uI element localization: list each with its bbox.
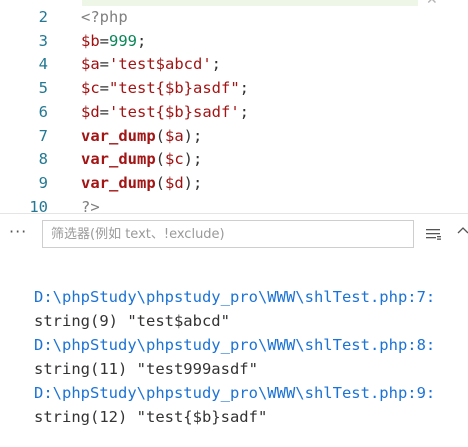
list-filter-icon[interactable] (425, 226, 443, 242)
code-text: $b=999; (81, 29, 146, 53)
filter-input[interactable] (42, 220, 414, 248)
code-token: ; (239, 79, 250, 98)
code-line[interactable]: 3 $b=999; (0, 29, 468, 53)
code-token: ( (155, 173, 165, 192)
code-line[interactable]: 6 $d='test{$b}sadf'; (0, 100, 468, 124)
code-text: $a='test$abcd'; (81, 52, 221, 76)
code-token: = (99, 102, 110, 121)
line-number: 8 (38, 150, 48, 169)
code-text: var_dump($d); (81, 171, 202, 195)
code-token: ( (155, 150, 165, 169)
output-value-line: string(9) "test$abcd" (34, 312, 230, 330)
code-text: var_dump($c); (81, 147, 202, 171)
code-token: var_dump (81, 150, 156, 169)
more-horizontal-icon[interactable]: ··· (9, 222, 27, 241)
code-token: ?> (81, 197, 100, 213)
code-token: $a (81, 55, 100, 74)
code-token: = (99, 79, 110, 98)
line-number: 5 (38, 79, 48, 98)
code-token: $d (165, 173, 184, 192)
line-number: 9 (38, 173, 48, 192)
code-token: var_dump (81, 126, 156, 145)
code-token: "test{$b}asdf" (109, 79, 240, 98)
code-text: <?php (81, 5, 128, 29)
code-line[interactable]: 10 ?> (0, 195, 468, 213)
code-line[interactable]: 7 var_dump($a); (0, 124, 468, 148)
line-number: 3 (38, 31, 48, 50)
output-path-line: D:\phpStudy\phpstudy_pro\WWW\shlTest.php… (34, 336, 436, 354)
line-number: 2 (38, 8, 48, 26)
code-token: 'test$abcd' (109, 55, 212, 74)
output-path-line: D:\phpStudy\phpstudy_pro\WWW\shlTest.php… (34, 288, 436, 306)
chevron-up-icon[interactable] (457, 224, 468, 236)
code-text: $c="test{$b}asdf"; (81, 76, 249, 100)
output-value-line: string(11) "test999asdf" (34, 360, 258, 378)
line-number: 10 (29, 197, 48, 213)
code-text: ?> (81, 195, 100, 213)
code-token: = (99, 55, 110, 74)
code-token: var_dump (81, 173, 156, 192)
line-number: 6 (38, 102, 48, 121)
code-token: $b (81, 31, 100, 50)
line-number: 4 (38, 55, 48, 74)
code-token: $c (165, 150, 184, 169)
code-token: ( (155, 126, 165, 145)
output-path-line: D:\phpStudy\phpstudy_pro\WWW\shlTest.php… (34, 384, 436, 402)
code-line[interactable]: 8 var_dump($c); (0, 147, 468, 171)
code-text: var_dump($a); (81, 124, 202, 148)
code-line[interactable]: 2 <?php (0, 5, 468, 29)
code-editor[interactable]: ✕ 2 <?php 3 $b=999; 4 $a='test$abcd'; 5 $c="tes… (0, 0, 468, 213)
line-number: 7 (38, 126, 48, 145)
code-line[interactable]: 5 $c="test{$b}asdf"; (0, 76, 468, 100)
code-token: $d (81, 102, 100, 121)
output-filter-bar: ··· (0, 214, 468, 258)
code-text: $d='test{$b}sadf'; (81, 100, 249, 124)
code-token: ; (211, 55, 222, 74)
code-token: = (99, 31, 110, 50)
code-token: 'test{$b}sadf' (109, 102, 240, 121)
code-token: $a (165, 126, 184, 145)
code-token: ); (183, 173, 203, 192)
code-token: ); (183, 150, 203, 169)
output-panel: D:\phpStudy\phpstudy_pro\WWW\shlTest.php… (34, 285, 464, 429)
code-token: ); (183, 126, 203, 145)
code-token: ; (239, 102, 250, 121)
code-line[interactable]: 4 $a='test$abcd'; (0, 52, 468, 76)
output-value-line: string(12) "test{$b}sadf" (34, 408, 268, 426)
code-token: 999 (109, 31, 138, 50)
code-token: ; (137, 31, 147, 50)
code-token: <?php (81, 8, 128, 26)
code-line[interactable]: 9 var_dump($d); (0, 171, 468, 195)
code-token: $c (81, 79, 100, 98)
